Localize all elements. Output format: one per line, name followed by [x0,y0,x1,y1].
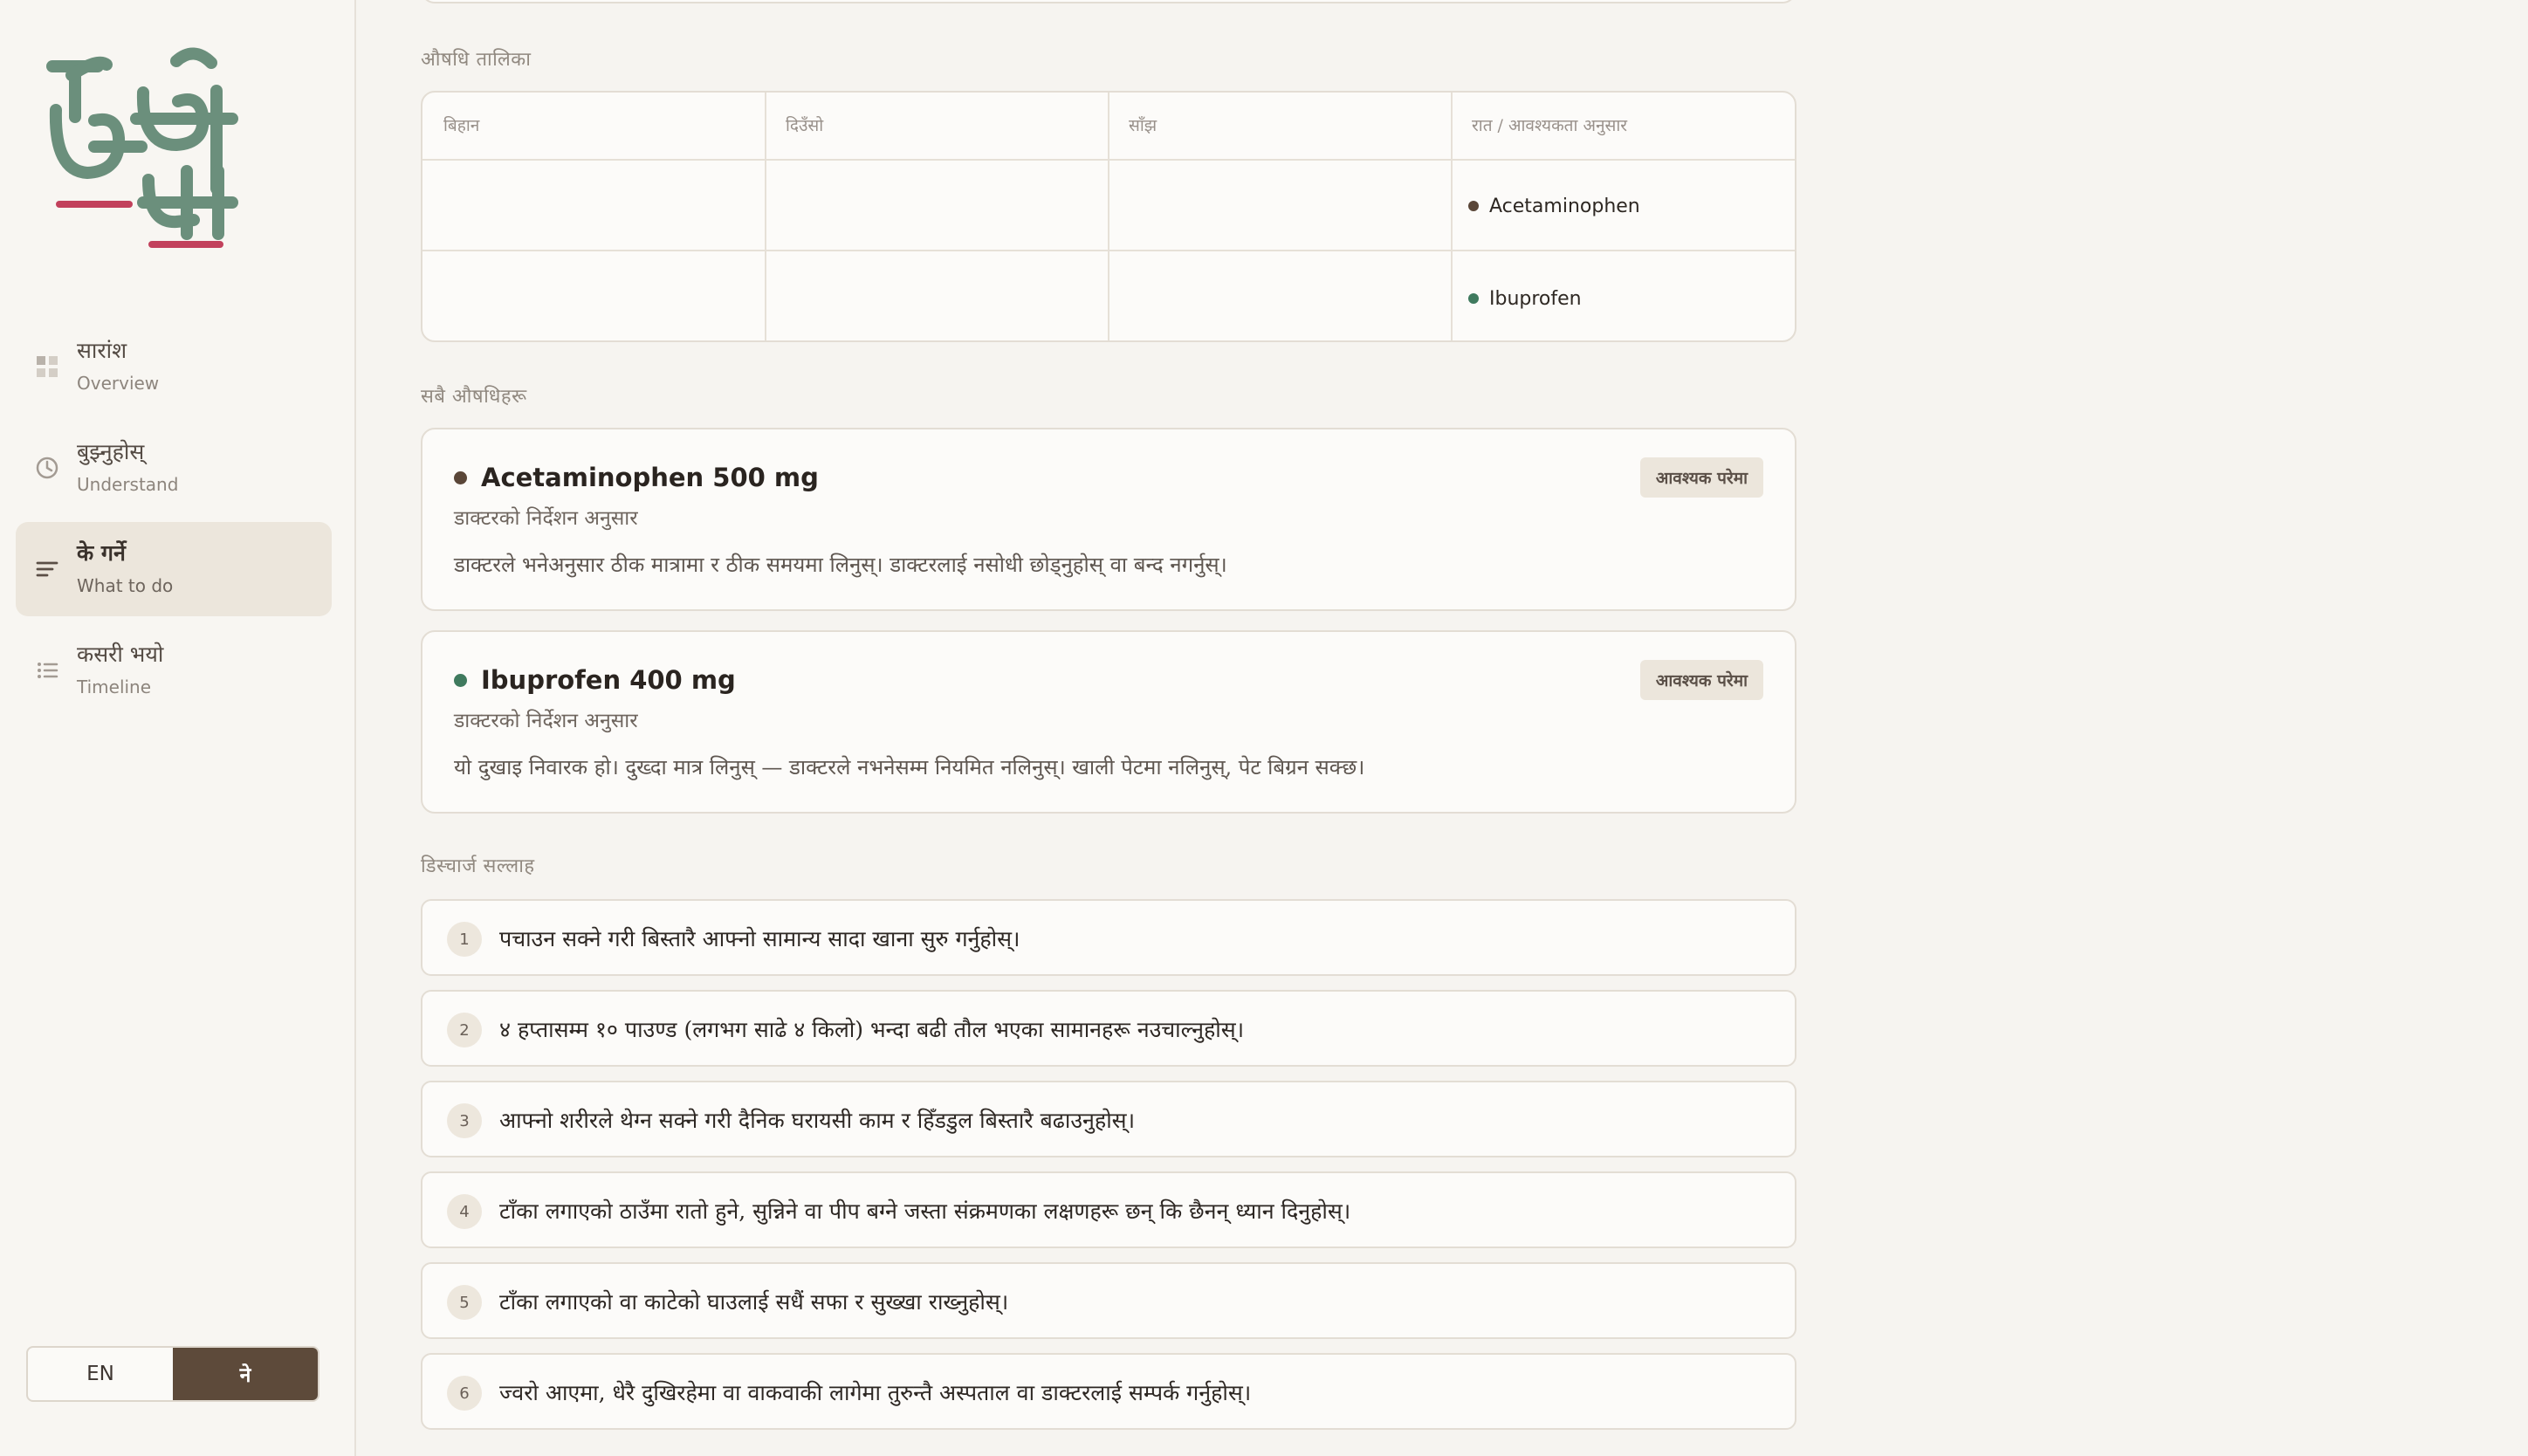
nav-label-en: Timeline [77,676,152,697]
advice-text: ४ हप्तासम्म १० पाउण्ड (लगभग साढे ४ किलो)… [499,1017,1245,1042]
lang-ne-button[interactable]: ने [173,1348,318,1400]
list-icon [35,658,59,683]
advice-text: टाँका लगाएको ठाउँमा रातो हुने, सुन्निने … [499,1198,1351,1224]
nav-label-ne: बुझ्नुहोस् [77,439,145,464]
advice-item: 2 ४ हप्तासम्म १० पाउण्ड (लगभग साढे ४ किल… [421,990,1796,1067]
advice-number: 5 [447,1285,482,1320]
schedule-section-label: औषधि तालिका [421,49,532,71]
advice-text: ज्वरो आएमा, धेरै दुखिरहेमा वा वाकवाकी ला… [499,1380,1252,1405]
nav-item-understand[interactable]: बुझ्नुहोस् Understand [16,421,332,515]
nav-item-overview[interactable]: सारांश Overview [16,319,332,414]
app-logo[interactable] [45,40,246,258]
advice-item: 1 पचाउन सक्ने गरी बिस्तारै आफ्नो सामान्य… [421,899,1796,976]
nav-item-timeline[interactable]: कसरी भयो Timeline [16,623,332,718]
nav-item-what-to-do[interactable]: के गर्ने What to do [16,522,332,616]
clock-icon [35,456,59,480]
advice-item: 6 ज्वरो आएमा, धेरै दुखिरहेमा वा वाकवाकी … [421,1353,1796,1430]
sidebar: सारांश Overview बुझ्नुहोस् Understand के… [0,0,356,1456]
table-row: Ibuprofen [422,253,1795,340]
advice-text: पचाउन सक्ने गरी बिस्तारै आफ्नो सामान्य स… [499,926,1020,951]
ibuprofen-dot [454,673,467,687]
medication-title: Ibuprofen 400 mg [454,665,736,695]
advice-number: 3 [447,1103,482,1138]
previous-card-edge [421,0,1796,3]
lang-en-button[interactable]: EN [28,1348,173,1400]
as-needed-badge: आवश्यक परेमा [1639,660,1763,700]
advice-number: 2 [447,1013,482,1047]
advice-item: 5 टाँका लगाएको वा काटेको घाउलाई सधैं सफा… [421,1262,1796,1339]
schedule-med-name: Acetaminophen [1489,195,1640,217]
medication-description: यो दुखाइ निवारक हो। दुख्दा मात्र लिनुस् … [454,755,1365,780]
medications-section-label: सबै औषधिहरू [421,386,527,408]
table-cell: Ibuprofen [1468,253,1582,340]
table-header-row: बिहान दिउँसो साँझ रात / आवश्यकता अनुसार [422,93,1795,161]
advice-text: टाँका लगाएको वा काटेको घाउलाई सधैं सफा र… [499,1289,1009,1315]
medication-card[interactable]: Acetaminophen 500 mg आवश्यक परेमा डाक्टर… [421,428,1796,611]
nav-label-en: What to do [77,575,174,596]
discharge-section-label: डिस्चार्ज सल्लाह [421,855,535,877]
logo-mark [46,47,238,248]
nav-label-en: Understand [77,474,179,495]
as-needed-badge: आवश्यक परेमा [1639,457,1763,498]
medication-title: Acetaminophen 500 mg [454,463,819,492]
medication-card[interactable]: Ibuprofen 400 mg आवश्यक परेमा डाक्टरको न… [421,630,1796,814]
column-header-evening: साँझ [1129,116,1158,135]
advice-number: 4 [447,1194,482,1229]
schedule-med-name: Ibuprofen [1489,287,1582,310]
language-toggle: EN ने [26,1346,319,1402]
advice-text: आफ्नो शरीरले थेग्न सक्ने गरी दैनिक घरायस… [499,1108,1136,1133]
medication-description: डाक्टरले भनेअनुसार ठीक मात्रामा र ठीक सम… [454,553,1227,577]
medication-name: Ibuprofen 400 mg [481,665,736,695]
column-header-afternoon: दिउँसो [786,116,824,135]
column-header-morning: बिहान [443,116,480,135]
table-row: Acetaminophen [422,161,1795,251]
table-cell: Acetaminophen [1468,161,1640,251]
column-header-night: रात / आवश्यकता अनुसार [1472,116,1628,135]
acetaminophen-dot [1468,201,1479,211]
main-nav: सारांश Overview बुझ्नुहोस् Understand के… [16,319,332,725]
medication-dosage: डाक्टरको निर्देशन अनुसार [454,710,638,732]
nav-label-ne: के गर्ने [77,540,126,566]
advice-item: 4 टाँका लगाएको ठाउँमा रातो हुने, सुन्निन… [421,1171,1796,1248]
medication-name: Acetaminophen 500 mg [481,463,819,492]
ibuprofen-dot [1468,293,1479,304]
nav-label-en: Overview [77,373,160,394]
grid-icon [35,354,59,379]
advice-item: 3 आफ्नो शरीरले थेग्न सक्ने गरी दैनिक घरा… [421,1081,1796,1157]
medication-schedule-table: बिहान दिउँसो साँझ रात / आवश्यकता अनुसार … [421,91,1796,342]
medication-dosage: डाक्टरको निर्देशन अनुसार [454,507,638,530]
advice-number: 1 [447,922,482,957]
nav-label-ne: कसरी भयो [77,642,164,667]
acetaminophen-dot [454,470,467,484]
main-content: औषधि तालिका बिहान दिउँसो साँझ रात / आवश्… [421,0,1796,1456]
advice-number: 6 [447,1376,482,1411]
lines-icon [35,557,59,581]
nav-label-ne: सारांश [77,338,127,363]
